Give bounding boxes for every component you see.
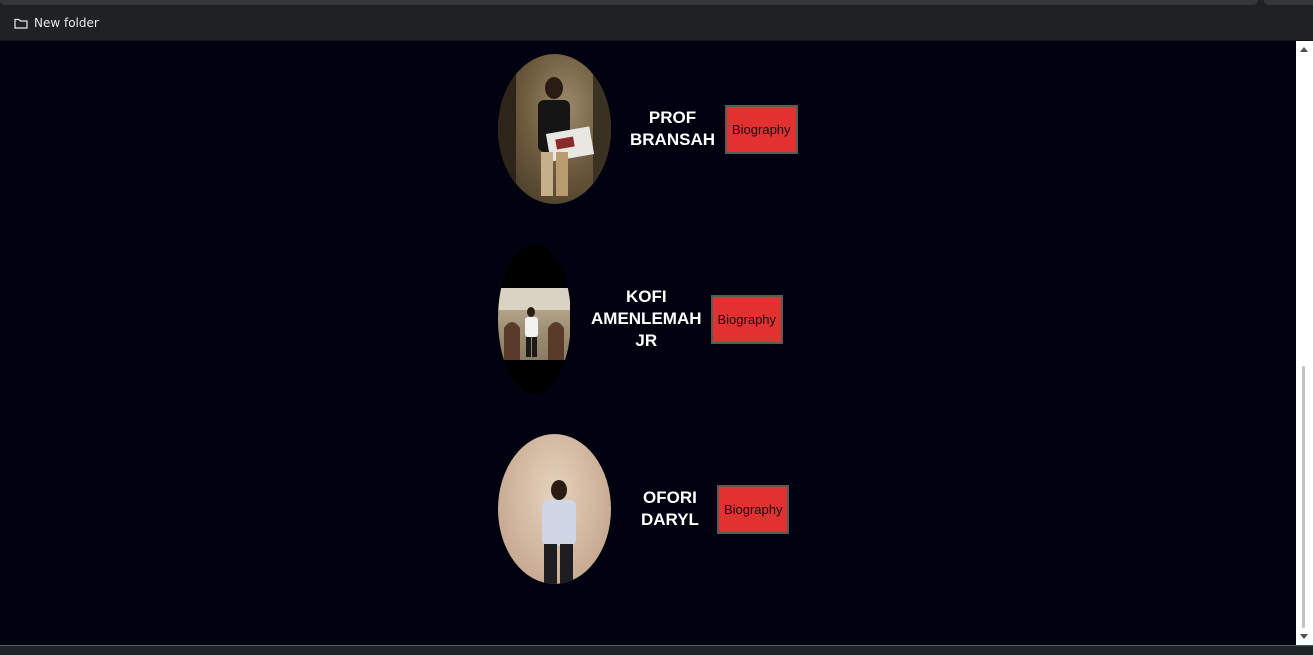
person-figure-icon [498, 54, 611, 204]
browser-tab-strip [0, 0, 1313, 7]
person-figure-icon [542, 480, 576, 584]
inner-photo [498, 288, 570, 360]
portrait-photo-1 [498, 54, 611, 204]
bookmark-folder-new-folder[interactable]: New folder [8, 13, 105, 33]
scroll-up-arrow-icon[interactable] [1300, 47, 1308, 52]
bookmark-label: New folder [34, 16, 99, 30]
person-name-line: KOFI [625, 287, 667, 306]
person-card-3: OFORI DARYL Biography [498, 434, 790, 584]
portrait-photo-3 [498, 434, 611, 584]
biography-button-1[interactable]: Biography [725, 104, 798, 154]
person-figure-icon [498, 288, 570, 360]
person-card-1: PROF BRANSAH Biography [498, 54, 798, 204]
browser-tab[interactable] [0, 0, 1258, 5]
person-name-line: BRANSAH [630, 130, 715, 149]
scroll-down-arrow-icon[interactable] [1300, 634, 1308, 639]
person-name-line: JR [635, 331, 658, 350]
person-name-2: KOFI AMENLEMAH JR [591, 286, 702, 352]
person-name-line: PROF [648, 108, 697, 127]
portrait-photo-2 [498, 244, 571, 394]
folder-icon [14, 18, 28, 29]
biography-button-3[interactable]: Biography [716, 484, 790, 534]
page-content: PROF BRANSAH Biography KOFI AMENLEMAH JR… [0, 41, 1296, 645]
scrollbar-thumb[interactable] [1302, 366, 1305, 628]
biography-button-2[interactable]: Biography [710, 294, 784, 344]
browser-tab-right[interactable] [1264, 0, 1313, 5]
person-name-line: AMENLEMAH [591, 309, 702, 328]
person-name-line: OFORI [643, 488, 697, 507]
person-name-line: DARYL [641, 510, 699, 529]
person-name-1: PROF BRANSAH [630, 107, 715, 151]
person-name-3: OFORI DARYL [641, 487, 699, 531]
person-card-2: KOFI AMENLEMAH JR Biography [498, 244, 784, 394]
bookmarks-bar: New folder [0, 7, 1313, 41]
vertical-scrollbar[interactable] [1296, 41, 1313, 645]
